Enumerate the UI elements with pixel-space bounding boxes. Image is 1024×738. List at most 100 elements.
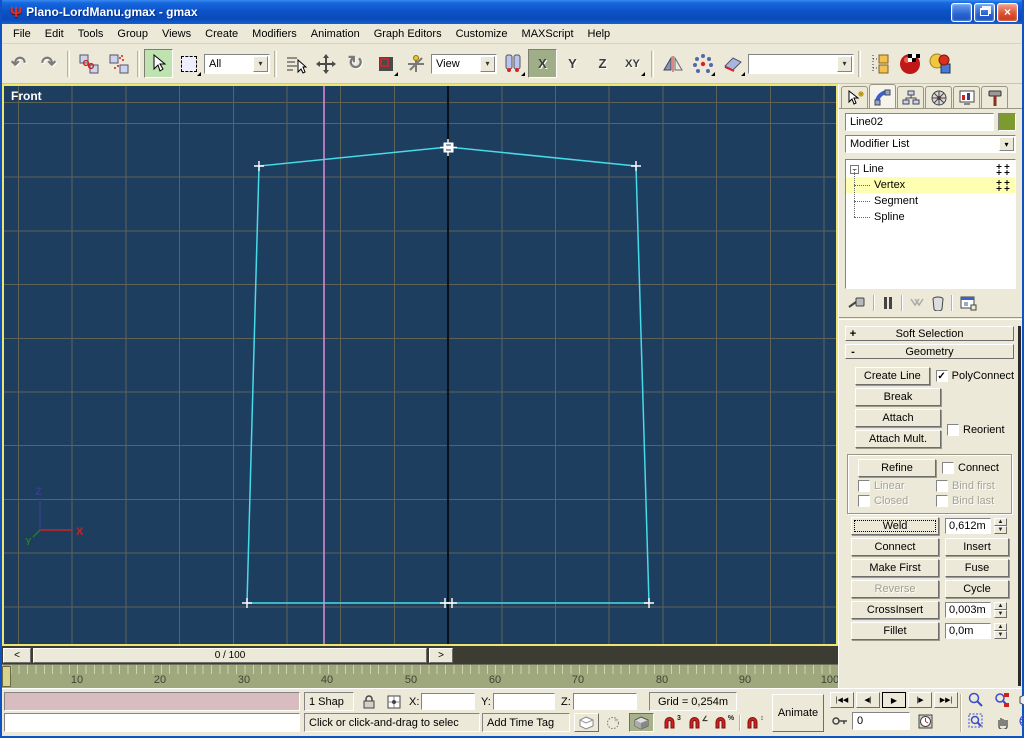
object-name-field[interactable]: Line02 <box>845 113 994 131</box>
redo-button[interactable]: ↷ <box>34 49 63 78</box>
attach-mult-button[interactable]: Attach Mult. <box>855 430 941 448</box>
reference-coordinate-dropdown[interactable]: View▾ <box>431 54 497 74</box>
menu-group[interactable]: Group <box>110 26 155 42</box>
break-button[interactable]: Break <box>855 388 941 406</box>
region-zoom-button[interactable] <box>964 713 988 729</box>
crossinsert-spinner[interactable]: 0,003m ▲▼ <box>945 602 1007 618</box>
soft-selection-rollout-header[interactable]: + Soft Selection <box>845 326 1014 341</box>
modifier-list-dropdown[interactable]: Modifier List ▾ <box>845 135 1016 153</box>
menu-maxscript[interactable]: MAXScript <box>515 26 581 42</box>
spinner-down-icon[interactable]: ▼ <box>994 631 1007 639</box>
spinner-down-icon[interactable]: ▼ <box>994 610 1007 618</box>
array-button[interactable] <box>688 49 717 78</box>
viewport-label[interactable]: Front <box>11 89 42 103</box>
crossinsert-button[interactable]: CrossInsert <box>851 601 939 619</box>
select-and-manipulate-button[interactable] <box>401 49 430 78</box>
menu-graph-editors[interactable]: Graph Editors <box>367 26 449 42</box>
stack-item-line[interactable]: − Line <box>846 161 1015 177</box>
fuse-button[interactable]: Fuse <box>945 559 1009 577</box>
close-button[interactable]: × <box>997 3 1018 22</box>
menu-help[interactable]: Help <box>581 26 618 42</box>
connect-checkbox[interactable]: Connect <box>942 462 999 474</box>
zoom-button[interactable] <box>964 692 988 708</box>
current-frame-field[interactable]: 0 <box>852 712 910 730</box>
show-end-result-icon[interactable] <box>881 295 895 311</box>
remove-modifier-icon[interactable] <box>931 295 945 311</box>
shaded-box-button[interactable] <box>629 713 654 732</box>
zoom-all-button[interactable] <box>990 692 1014 708</box>
zoom-extents-button[interactable] <box>1016 692 1024 708</box>
stack-item-segment[interactable]: Segment <box>846 193 1015 209</box>
select-by-name-button[interactable] <box>281 49 310 78</box>
front-viewport[interactable]: Front <box>2 84 838 646</box>
create-line-button[interactable]: Create Line <box>855 367 930 385</box>
attach-button[interactable]: Attach <box>855 409 941 427</box>
restrict-xy-button[interactable]: XY <box>618 49 647 78</box>
stack-item-vertex[interactable]: Vertex <box>846 177 1015 193</box>
select-and-scale-button[interactable] <box>371 49 400 78</box>
configure-modifier-sets-icon[interactable] <box>959 295 977 311</box>
spinner-up-icon[interactable]: ▲ <box>994 623 1007 631</box>
spinner-down-icon[interactable]: ▼ <box>994 526 1007 534</box>
restore-button[interactable] <box>974 3 995 22</box>
material-editor-button[interactable] <box>895 49 924 78</box>
go-to-end-button[interactable]: ▶▶| <box>934 692 958 708</box>
rollout-scrollbar[interactable] <box>1018 326 1021 686</box>
go-to-start-button[interactable]: |◀◀ <box>830 692 854 708</box>
y-coordinate-field[interactable] <box>493 693 555 710</box>
snap-toggle-3d-button[interactable]: 3 <box>660 713 684 732</box>
tab-modify[interactable] <box>869 84 896 108</box>
spinner-arrows[interactable]: ▲▼ <box>994 623 1007 639</box>
tab-utilities[interactable] <box>981 86 1008 108</box>
play-button[interactable]: ▶ <box>882 692 906 708</box>
restrict-z-button[interactable]: Z <box>588 49 617 78</box>
menu-create[interactable]: Create <box>198 26 245 42</box>
weld-threshold-spinner[interactable]: 0,612m ▲▼ <box>945 518 1007 534</box>
unlink-selection-button[interactable] <box>104 49 133 78</box>
selected-vertex-marker[interactable] <box>440 139 457 156</box>
pan-button[interactable] <box>990 713 1014 729</box>
material-navigator-button[interactable] <box>925 49 954 78</box>
tab-create[interactable] <box>841 86 868 108</box>
spinner-arrows[interactable]: ▲▼ <box>994 518 1007 534</box>
insert-button[interactable]: Insert <box>945 538 1009 556</box>
minimize-button[interactable]: _ <box>951 3 972 22</box>
angle-snap-button[interactable]: ∠ <box>686 713 710 732</box>
cycle-button[interactable]: Cycle <box>945 580 1009 598</box>
menu-animation[interactable]: Animation <box>304 26 367 42</box>
selection-lock-toggle[interactable] <box>358 692 380 711</box>
menu-tools[interactable]: Tools <box>71 26 111 42</box>
x-coordinate-field[interactable] <box>421 693 475 710</box>
track-view-button[interactable] <box>865 49 894 78</box>
use-pivot-point-center-button[interactable] <box>498 49 527 78</box>
refine-button[interactable]: Refine <box>858 459 936 477</box>
select-and-move-button[interactable] <box>311 49 340 78</box>
degradation-override-button[interactable] <box>574 713 599 732</box>
select-and-link-button[interactable] <box>74 49 103 78</box>
animate-button[interactable]: Animate <box>772 694 824 732</box>
menu-edit[interactable]: Edit <box>38 26 71 42</box>
geometry-rollout-header[interactable]: - Geometry <box>845 344 1014 359</box>
crossinsert-value[interactable]: 0,003m <box>945 602 991 618</box>
macro-recorder-output[interactable] <box>4 692 300 711</box>
pin-stack-icon[interactable] <box>847 295 867 311</box>
menu-modifiers[interactable]: Modifiers <box>245 26 304 42</box>
tab-display[interactable] <box>953 86 980 108</box>
time-configuration-button[interactable] <box>914 712 936 730</box>
fillet-button[interactable]: Fillet <box>851 622 939 640</box>
next-frame-button[interactable]: |▶ <box>908 692 932 708</box>
spinner-up-icon[interactable]: ▲ <box>994 518 1007 526</box>
listener-input[interactable] <box>4 713 300 732</box>
tab-hierarchy[interactable] <box>897 86 924 108</box>
stack-item-spline[interactable]: Spline <box>846 209 1015 225</box>
dotted-box-button[interactable] <box>601 713 626 732</box>
undo-button[interactable]: ↶ <box>4 49 33 78</box>
percent-snap-button[interactable]: % <box>712 713 736 732</box>
menu-customize[interactable]: Customize <box>449 26 515 42</box>
selection-filter-dropdown[interactable]: All▾ <box>204 54 270 74</box>
connect-button[interactable]: Connect <box>851 538 939 556</box>
previous-frame-button[interactable]: ◀| <box>856 692 880 708</box>
arc-rotate-button[interactable] <box>1016 713 1024 729</box>
z-coordinate-field[interactable] <box>573 693 637 710</box>
previous-frame-arrow[interactable]: < <box>3 648 31 663</box>
